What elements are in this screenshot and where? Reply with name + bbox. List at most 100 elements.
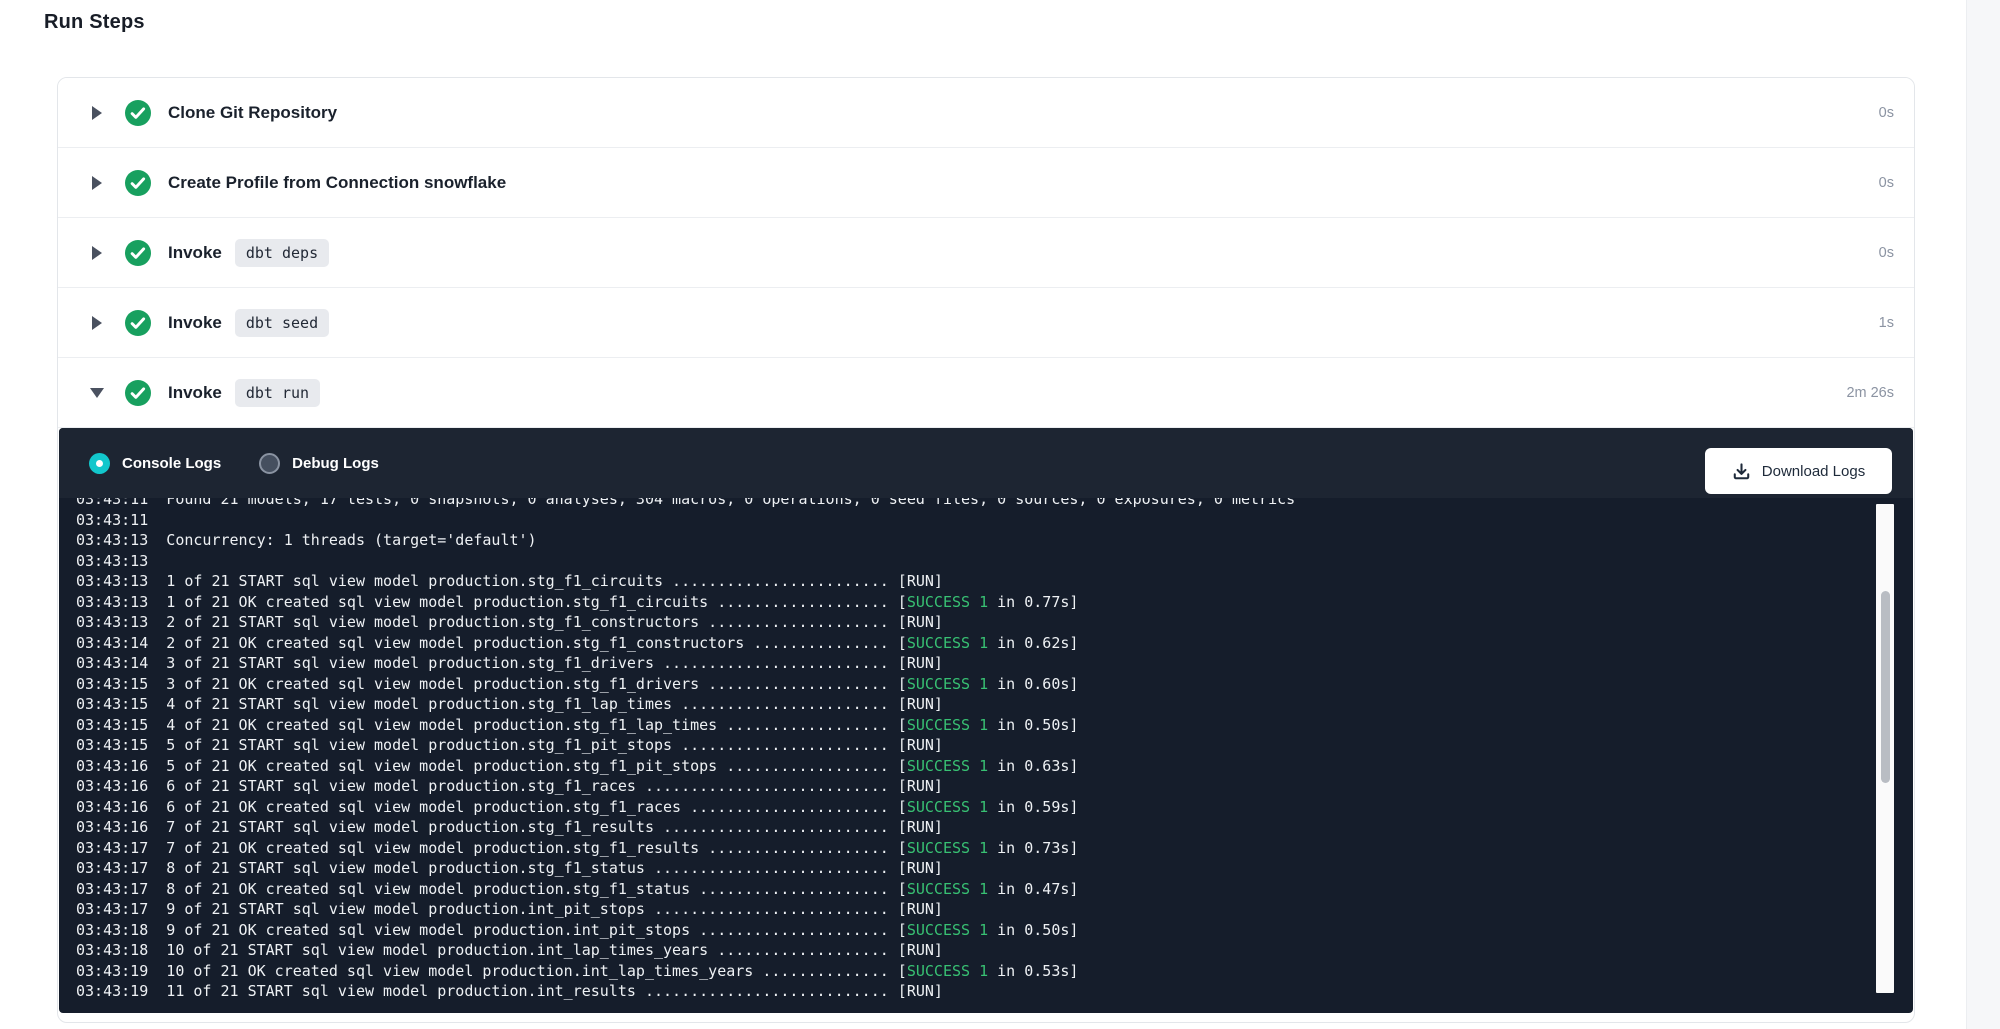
log-message: 8 of 21 START sql view model production.…	[148, 859, 889, 877]
step-label: Clone Git Repository	[168, 103, 337, 123]
page-title: Run Steps	[44, 11, 145, 34]
step-duration: 0s	[1879, 105, 1894, 121]
log-message: 3 of 21 OK created sql view model produc…	[148, 675, 889, 693]
log-status-bracket: [RUN]	[889, 654, 943, 672]
log-message: 5 of 21 OK created sql view model produc…	[148, 757, 889, 775]
status-success-icon	[125, 310, 151, 336]
log-status-success: SUCCESS 1	[907, 757, 988, 775]
log-line: 03:43:18 9 of 21 OK created sql view mod…	[76, 920, 1873, 941]
log-status-bracket: [	[889, 921, 907, 939]
log-status-bracket: [	[889, 675, 907, 693]
log-line: 03:43:13 1 of 21 OK created sql view mod…	[76, 592, 1873, 613]
debug-logs-radio[interactable]: Debug Logs	[259, 453, 379, 474]
chevron-right-icon[interactable]	[90, 316, 104, 330]
log-timestamp: 03:43:11	[76, 511, 148, 529]
log-message: 3 of 21 START sql view model production.…	[148, 654, 889, 672]
log-message: 5 of 21 START sql view model production.…	[148, 736, 889, 754]
download-icon	[1732, 462, 1751, 481]
log-status-success: SUCCESS 1	[907, 798, 988, 816]
log-line: 03:43:13	[76, 551, 1873, 572]
log-status-bracket: [RUN]	[889, 613, 943, 631]
log-status-bracket: [RUN]	[889, 859, 943, 877]
log-timestamp: 03:43:15	[76, 716, 148, 734]
run-steps-page: Run Steps Clone Git Repository0sCreate P…	[0, 0, 2000, 1029]
log-timestamp: 03:43:14	[76, 634, 148, 652]
log-line: 03:43:14 2 of 21 OK created sql view mod…	[76, 633, 1873, 654]
log-status-suffix: in 0.50s]	[988, 921, 1078, 939]
step-duration: 0s	[1879, 175, 1894, 191]
log-timestamp: 03:43:13	[76, 613, 148, 631]
status-success-icon	[125, 100, 151, 126]
chevron-right-icon[interactable]	[90, 176, 104, 190]
log-line: 03:43:15 4 of 21 OK created sql view mod…	[76, 715, 1873, 736]
step-row[interactable]: Invokedbt run2m 26s	[58, 358, 1914, 428]
log-scrollbar-thumb[interactable]	[1881, 591, 1890, 783]
log-timestamp: 03:43:19	[76, 962, 148, 980]
log-status-suffix: in 0.62s]	[988, 634, 1078, 652]
step-label: Invoke	[168, 383, 222, 403]
log-status-success: SUCCESS 1	[907, 593, 988, 611]
chevron-right-icon[interactable]	[90, 106, 104, 120]
log-status-suffix: in 0.50s]	[988, 716, 1078, 734]
log-timestamp: 03:43:13	[76, 531, 148, 549]
log-line: 03:43:13 2 of 21 START sql view model pr…	[76, 612, 1873, 633]
log-status-success: SUCCESS 1	[907, 634, 988, 652]
log-status-suffix: in 0.73s]	[988, 839, 1078, 857]
log-message: 7 of 21 OK created sql view model produc…	[148, 839, 889, 857]
chevron-down-icon[interactable]	[90, 388, 104, 398]
download-logs-label: Download Logs	[1762, 463, 1865, 480]
console-logs-label: Console Logs	[122, 455, 221, 472]
log-status-success: SUCCESS 1	[907, 675, 988, 693]
download-logs-button[interactable]: Download Logs	[1705, 448, 1892, 494]
log-timestamp: 03:43:17	[76, 859, 148, 877]
step-row[interactable]: Invokedbt seed1s	[58, 288, 1914, 358]
log-status-bracket: [RUN]	[889, 736, 943, 754]
log-timestamp: 03:43:15	[76, 695, 148, 713]
step-command-badge: dbt run	[235, 379, 320, 407]
log-line: 03:43:18 10 of 21 START sql view model p…	[76, 940, 1873, 961]
log-message: 1 of 21 START sql view model production.…	[148, 572, 889, 590]
log-message: 10 of 21 START sql view model production…	[148, 941, 889, 959]
log-timestamp: 03:43:18	[76, 941, 148, 959]
step-label: Invoke	[168, 243, 222, 263]
log-line: 03:43:11 Found 21 models, 17 tests, 0 sn…	[76, 498, 1873, 510]
radio-selected-icon[interactable]	[89, 453, 110, 474]
log-status-success: SUCCESS 1	[907, 962, 988, 980]
log-line: 03:43:13 1 of 21 START sql view model pr…	[76, 571, 1873, 592]
log-line: 03:43:16 5 of 21 OK created sql view mod…	[76, 756, 1873, 777]
log-timestamp: 03:43:16	[76, 757, 148, 775]
page-right-gutter	[1966, 0, 2000, 1029]
step-command-badge: dbt seed	[235, 309, 329, 337]
log-message: 9 of 21 OK created sql view model produc…	[148, 921, 889, 939]
log-line: 03:43:15 3 of 21 OK created sql view mod…	[76, 674, 1873, 695]
log-status-bracket: [	[889, 716, 907, 734]
step-row[interactable]: Invokedbt deps0s	[58, 218, 1914, 288]
log-line: 03:43:17 8 of 21 OK created sql view mod…	[76, 879, 1873, 900]
log-line: 03:43:17 9 of 21 START sql view model pr…	[76, 899, 1873, 920]
radio-unselected-icon[interactable]	[259, 453, 280, 474]
run-steps-card: Clone Git Repository0sCreate Profile fro…	[57, 77, 1915, 1023]
log-timestamp: 03:43:17	[76, 839, 148, 857]
log-status-bracket: [RUN]	[889, 982, 943, 1000]
log-line: 03:43:17 8 of 21 START sql view model pr…	[76, 858, 1873, 879]
log-timestamp: 03:43:13	[76, 593, 148, 611]
log-status-bracket: [	[889, 634, 907, 652]
console-logs-radio[interactable]: Console Logs	[89, 453, 221, 474]
log-status-bracket: [RUN]	[889, 777, 943, 795]
log-viewer[interactable]: 03:43:11 Found 21 models, 17 tests, 0 sn…	[59, 498, 1873, 1012]
step-row[interactable]: Clone Git Repository 0s	[58, 78, 1914, 148]
log-status-success: SUCCESS 1	[907, 839, 988, 857]
log-timestamp: 03:43:17	[76, 880, 148, 898]
log-status-suffix: in 0.47s]	[988, 880, 1078, 898]
log-line: 03:43:13 Concurrency: 1 threads (target=…	[76, 530, 1873, 551]
log-timestamp: 03:43:16	[76, 798, 148, 816]
log-status-suffix: in 0.77s]	[988, 593, 1078, 611]
step-row[interactable]: Create Profile from Connection snowflake…	[58, 148, 1914, 218]
log-type-radio-group: Console Logs Debug Logs	[89, 453, 379, 474]
status-success-icon	[125, 240, 151, 266]
log-line: 03:43:16 7 of 21 START sql view model pr…	[76, 817, 1873, 838]
console-header: Console Logs Debug Logs Download Logs	[59, 428, 1913, 498]
chevron-right-icon[interactable]	[90, 246, 104, 260]
log-scrollbar-track[interactable]	[1876, 504, 1894, 993]
log-timestamp: 03:43:13	[76, 572, 148, 590]
